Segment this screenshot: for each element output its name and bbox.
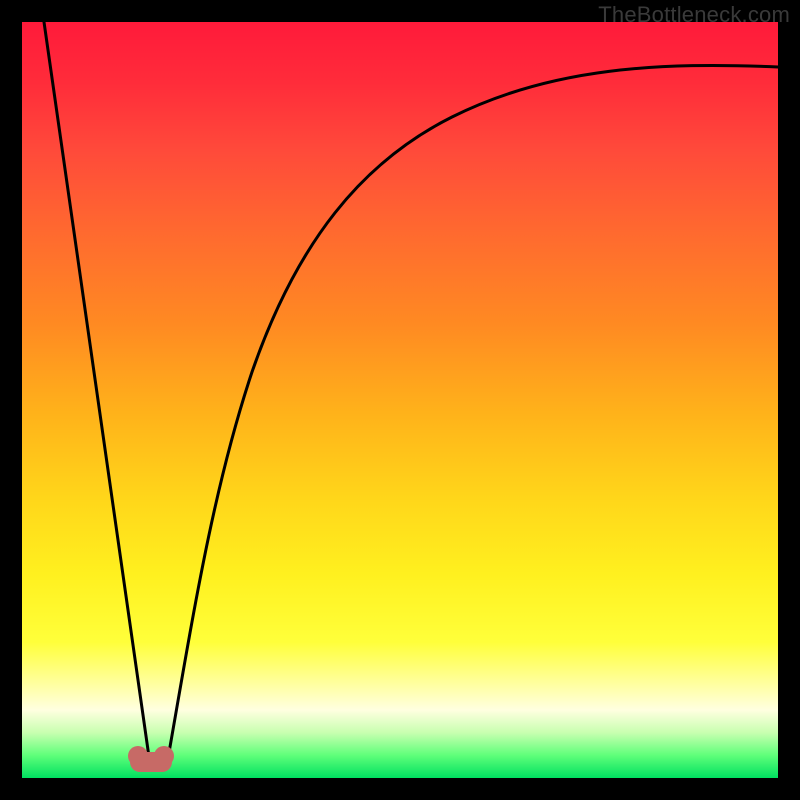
curve-left-branch: [44, 22, 150, 764]
bottleneck-curve: [22, 22, 778, 778]
watermark-text: TheBottleneck.com: [598, 2, 790, 28]
optimum-marker: [130, 752, 172, 772]
curve-right-branch: [167, 65, 778, 764]
plot-area: [22, 22, 778, 778]
